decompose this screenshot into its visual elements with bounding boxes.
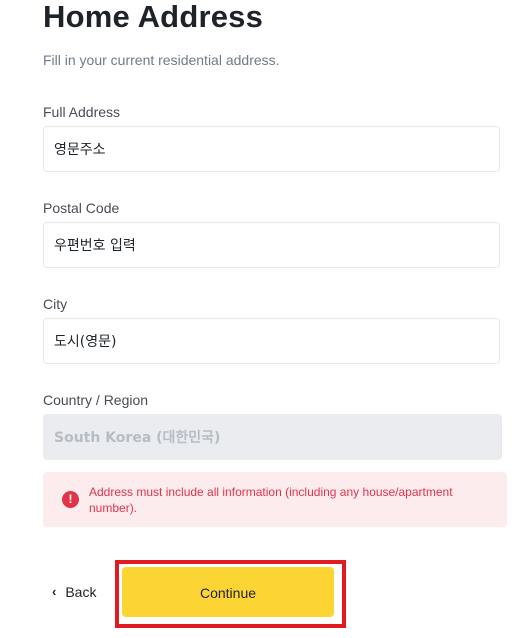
country-region-field: South Korea (대한민국) bbox=[43, 414, 502, 460]
full-address-field[interactable] bbox=[43, 126, 500, 172]
continue-button[interactable]: Continue bbox=[122, 567, 334, 617]
exclamation-icon: ! bbox=[62, 491, 79, 508]
postal-code-input[interactable] bbox=[44, 223, 499, 267]
country-region-label: Country / Region bbox=[43, 392, 149, 408]
page-title: Home Address bbox=[43, 0, 264, 34]
page-subtitle: Fill in your current residential address… bbox=[43, 52, 280, 68]
full-address-label: Full Address bbox=[43, 104, 121, 120]
postal-code-label: Postal Code bbox=[43, 200, 120, 216]
postal-code-field[interactable] bbox=[43, 222, 500, 268]
chevron-left-icon: ‹ bbox=[52, 584, 57, 599]
full-address-input[interactable] bbox=[44, 127, 499, 171]
city-field[interactable] bbox=[43, 318, 500, 364]
city-input[interactable] bbox=[44, 319, 499, 363]
city-label: City bbox=[43, 296, 68, 312]
country-region-value: South Korea (대한민국) bbox=[54, 430, 221, 446]
back-label: Back bbox=[65, 584, 97, 600]
back-button[interactable]: ‹ Back bbox=[52, 582, 96, 602]
home-address-page: Home Address Fill in your current reside… bbox=[0, 0, 522, 638]
address-error-alert: ! Address must include all information (… bbox=[43, 472, 507, 527]
alert-message: Address must include all information (in… bbox=[89, 485, 453, 515]
